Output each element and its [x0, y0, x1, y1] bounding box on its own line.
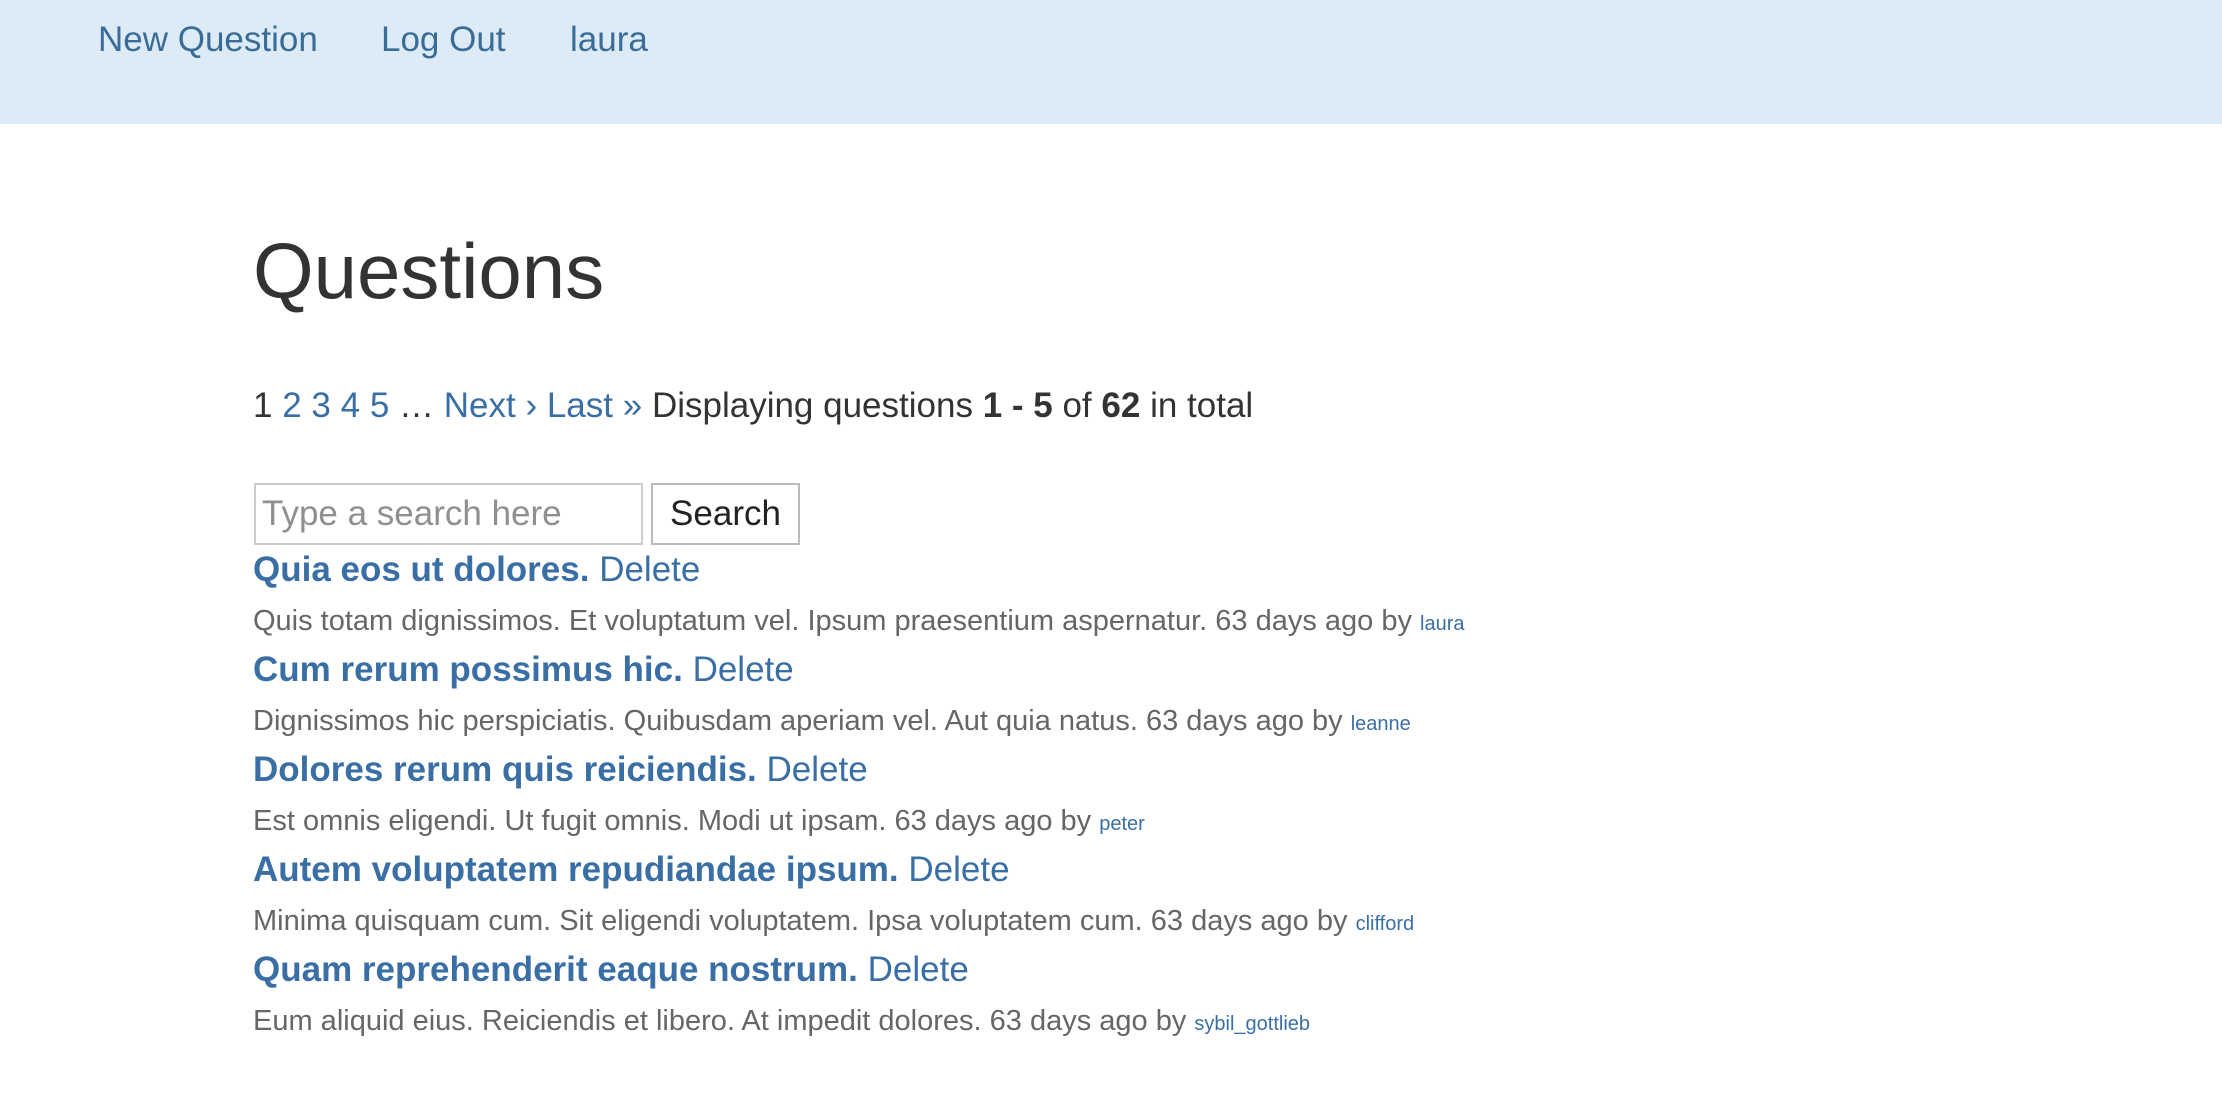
- question-author-link[interactable]: peter: [1099, 813, 1145, 835]
- question-summary: Est omnis eligendi. Ut fugit omnis. Modi…: [253, 796, 1465, 849]
- pagination-last-link[interactable]: Last »: [547, 386, 642, 425]
- question-body: Minima quisquam cum. Sit eligendi volupt…: [253, 905, 1348, 937]
- top-navbar: New Question Log Out laura: [0, 0, 2222, 124]
- page-title: Questions: [253, 227, 605, 315]
- question-body: Dignissimos hic perspiciatis. Quibusdam …: [253, 705, 1343, 737]
- question-title-link[interactable]: Dolores rerum quis reiciendis.: [253, 750, 757, 789]
- question-item: Autem voluptatem repudiandae ipsum. Dele…: [253, 848, 1465, 948]
- question-item: Quia eos ut dolores. Delete Quis totam d…: [253, 548, 1465, 648]
- delete-question-link[interactable]: Delete: [693, 650, 794, 689]
- delete-question-link[interactable]: Delete: [767, 750, 868, 789]
- current-user-link[interactable]: laura: [570, 20, 648, 60]
- new-question-link[interactable]: New Question: [98, 20, 318, 60]
- pagination-current-page: 1: [253, 386, 273, 425]
- question-author-link[interactable]: sybil_gottlieb: [1194, 1013, 1310, 1035]
- question-heading: Cum rerum possimus hic. Delete: [253, 648, 1465, 696]
- search-input[interactable]: [254, 483, 643, 545]
- delete-question-link[interactable]: Delete: [868, 950, 969, 989]
- question-body: Quis totam dignissimos. Et voluptatum ve…: [253, 605, 1412, 637]
- question-summary: Minima quisquam cum. Sit eligendi volupt…: [253, 896, 1465, 949]
- pagination-next-link[interactable]: Next ›: [444, 386, 537, 425]
- pagination-page-link[interactable]: 2: [282, 386, 301, 425]
- delete-question-link[interactable]: Delete: [599, 550, 700, 589]
- question-item: Dolores rerum quis reiciendis. Delete Es…: [253, 748, 1465, 848]
- question-heading: Autem voluptatem repudiandae ipsum. Dele…: [253, 848, 1465, 896]
- pagination: 1 2 3 4 5 … Next › Last » Displaying que…: [253, 385, 1253, 427]
- question-body: Est omnis eligendi. Ut fugit omnis. Modi…: [253, 805, 1092, 837]
- question-title-link[interactable]: Autem voluptatem repudiandae ipsum.: [253, 850, 899, 889]
- pagination-gap: …: [399, 386, 435, 425]
- pagination-page-link[interactable]: 5: [370, 386, 389, 425]
- question-item: Quam reprehenderit eaque nostrum. Delete…: [253, 948, 1465, 1048]
- pagination-total: 62: [1101, 386, 1141, 425]
- question-title-link[interactable]: Quam reprehenderit eaque nostrum.: [253, 950, 858, 989]
- question-summary: Eum aliquid eius. Reiciendis et libero. …: [253, 996, 1465, 1049]
- search-button[interactable]: Search: [651, 483, 800, 545]
- pagination-info-prefix: Displaying questions: [651, 386, 973, 425]
- pagination-range: 1 - 5: [982, 386, 1053, 425]
- question-author-link[interactable]: laura: [1420, 613, 1464, 635]
- question-title-link[interactable]: Cum rerum possimus hic.: [253, 650, 683, 689]
- question-title-link[interactable]: Quia eos ut dolores.: [253, 550, 589, 589]
- question-summary: Quis totam dignissimos. Et voluptatum ve…: [253, 596, 1465, 649]
- pagination-info-suffix: in total: [1150, 386, 1254, 425]
- question-heading: Quia eos ut dolores. Delete: [253, 548, 1465, 596]
- question-summary: Dignissimos hic perspiciatis. Quibusdam …: [253, 696, 1465, 749]
- question-heading: Quam reprehenderit eaque nostrum. Delete: [253, 948, 1465, 996]
- question-author-link[interactable]: leanne: [1351, 713, 1411, 735]
- pagination-info-of: of: [1062, 386, 1092, 425]
- pagination-page-link[interactable]: 3: [311, 386, 330, 425]
- question-heading: Dolores rerum quis reiciendis. Delete: [253, 748, 1465, 796]
- log-out-link[interactable]: Log Out: [381, 20, 506, 60]
- pagination-page-link[interactable]: 4: [341, 386, 360, 425]
- search-form: Search: [254, 483, 800, 545]
- question-item: Cum rerum possimus hic. Delete Dignissim…: [253, 648, 1465, 748]
- delete-question-link[interactable]: Delete: [908, 850, 1009, 889]
- question-body: Eum aliquid eius. Reiciendis et libero. …: [253, 1005, 1187, 1037]
- question-list: Quia eos ut dolores. Delete Quis totam d…: [253, 548, 1465, 1048]
- question-author-link[interactable]: clifford: [1356, 913, 1415, 935]
